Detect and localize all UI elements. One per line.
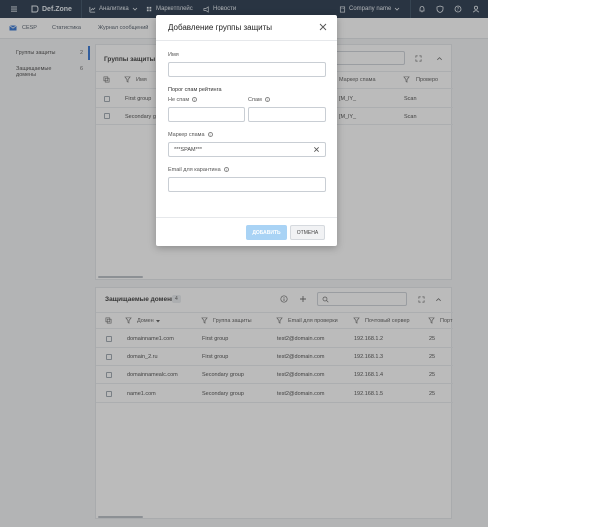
spam-field[interactable] (248, 107, 326, 122)
modal-title: Добавление группы защиты (168, 23, 273, 32)
name-label: Имя (168, 52, 179, 58)
clear-icon[interactable] (313, 146, 320, 153)
spam-label-wrap: Спам i (248, 97, 270, 103)
info-icon[interactable]: i (223, 167, 229, 173)
quarantine-email-field[interactable] (168, 177, 326, 192)
not-spam-label: Не спам (168, 97, 190, 103)
spam-label: Спам (248, 97, 262, 103)
info-icon[interactable]: i (264, 97, 270, 103)
quarantine-label-wrap: Email для карантина i (168, 167, 229, 173)
add-group-modal: Добавление группы защиты Имя Порог спам … (156, 15, 337, 246)
add-button[interactable]: ДОБАВИТЬ (246, 225, 287, 240)
name-field[interactable] (168, 62, 326, 77)
marker-label: Маркер спама (168, 132, 205, 138)
quarantine-label: Email для карантина (168, 167, 221, 173)
not-spam-label-wrap: Не спам i (168, 97, 198, 103)
spam-marker-field[interactable] (168, 142, 326, 157)
app: Def.Zone Аналитика Маркетплейс Новости C… (0, 0, 488, 527)
threshold-label: Порог спам рейтинга (168, 87, 222, 93)
close-icon[interactable] (319, 23, 327, 31)
cancel-button[interactable]: ОТМЕНА (290, 225, 325, 240)
not-spam-field[interactable] (168, 107, 245, 122)
marker-label-wrap: Маркер спама i (168, 132, 213, 138)
info-icon[interactable]: i (192, 97, 198, 103)
info-icon[interactable]: i (207, 132, 213, 138)
